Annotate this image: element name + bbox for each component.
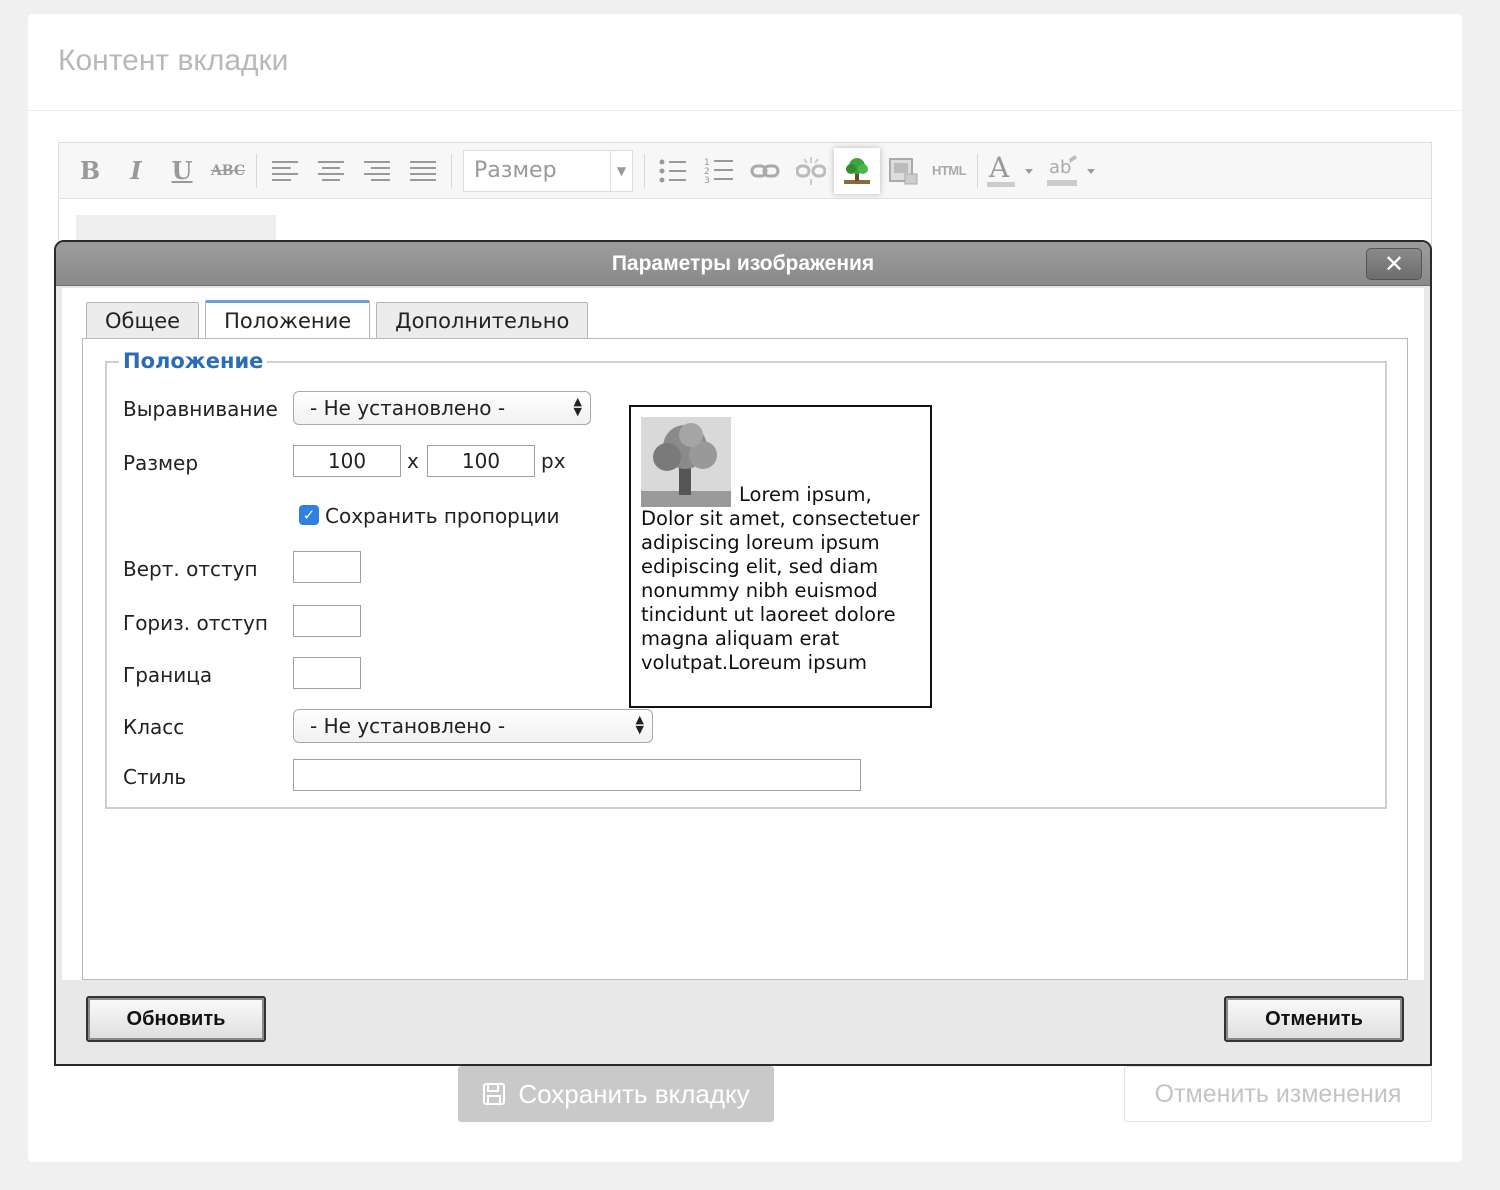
svg-text:A: A — [988, 153, 1010, 184]
vspace-input[interactable] — [293, 551, 361, 583]
tab-position[interactable]: Положение — [205, 300, 371, 338]
editor-toolbar: B I U ABC Размер ▼ 123 HTML A ab — [59, 143, 1431, 199]
link-icon[interactable] — [742, 148, 788, 194]
keep-proportions-checkbox[interactable]: ✓ — [299, 505, 319, 525]
toolbar-separator — [977, 153, 978, 188]
page-title: Контент вкладки — [58, 44, 289, 77]
hspace-input[interactable] — [293, 605, 361, 637]
svg-text:3: 3 — [704, 176, 710, 185]
align-center-icon[interactable] — [308, 148, 354, 194]
border-label: Граница — [123, 663, 213, 687]
text-color-icon[interactable]: A — [983, 148, 1043, 194]
save-tab-label: Сохранить вкладку — [518, 1078, 750, 1109]
unlink-icon[interactable] — [788, 148, 834, 194]
image-icon[interactable] — [834, 147, 880, 194]
select-arrows-icon: ▲ ▼ — [635, 713, 644, 736]
font-size-select[interactable]: Размер ▼ — [463, 149, 633, 192]
strikethrough-icon[interactable]: ABC — [205, 148, 251, 194]
update-button[interactable]: Обновить — [86, 996, 266, 1042]
style-label: Стиль — [123, 765, 187, 789]
hspace-label: Гориз. отступ — [123, 611, 268, 635]
toolbar-separator — [256, 153, 257, 188]
toolbar-separator — [644, 153, 645, 188]
toolbar-separator — [451, 153, 452, 188]
align-select[interactable]: - Не установлено - ▲ ▼ — [293, 391, 591, 425]
highlight-color-icon[interactable]: ab — [1043, 148, 1103, 194]
close-icon[interactable]: ✕ — [1366, 248, 1422, 280]
fieldset-legend: Положение — [119, 349, 268, 373]
preview-text: Lorem ipsum, Dolor sit amet, consectetue… — [641, 483, 920, 674]
dialog-title: Параметры изображения — [611, 251, 875, 275]
align-right-icon[interactable] — [354, 148, 400, 194]
align-justify-icon[interactable] — [400, 148, 446, 194]
class-select[interactable]: - Не установлено - ▲ ▼ — [293, 709, 653, 743]
floppy-icon — [483, 1083, 506, 1105]
height-input[interactable]: 100 — [427, 445, 535, 477]
insert-media-icon[interactable] — [880, 148, 926, 194]
bold-icon[interactable]: B — [67, 148, 113, 194]
select-arrows-icon: ▲ ▼ — [573, 395, 582, 418]
svg-text:ab: ab — [1049, 157, 1071, 178]
numbered-list-icon[interactable]: 123 — [696, 148, 742, 194]
vspace-label: Верт. отступ — [123, 557, 258, 581]
html-label: HTML — [931, 163, 967, 178]
bullet-list-icon[interactable] — [650, 148, 696, 194]
width-input[interactable]: 100 — [293, 445, 401, 477]
save-tab-button[interactable]: Сохранить вкладку — [458, 1066, 774, 1122]
position-fieldset: Положение Выравнивание - Не установлено … — [105, 349, 1387, 809]
keep-proportions-label: Сохранить пропорции — [325, 504, 560, 528]
times-sign: x — [407, 449, 419, 473]
image-properties-dialog: Параметры изображения ✕ Общее Положение … — [54, 240, 1432, 1066]
align-select-value: - Не установлено - — [310, 396, 506, 420]
italic-icon[interactable]: I — [113, 148, 159, 194]
style-input[interactable] — [293, 759, 861, 791]
underline-icon[interactable]: U — [159, 148, 205, 194]
tab-general[interactable]: Общее — [86, 302, 200, 338]
html-icon[interactable]: HTML — [926, 148, 972, 194]
class-label: Класс — [123, 715, 185, 739]
align-left-icon[interactable] — [262, 148, 308, 194]
dialog-titlebar[interactable]: Параметры изображения — [56, 242, 1430, 286]
dialog-tabs: Общее Положение Дополнительно — [86, 300, 594, 338]
dialog-body: Общее Положение Дополнительно Положение … — [62, 288, 1424, 1058]
dialog-footer — [62, 980, 1424, 1060]
chevron-down-icon: ▼ — [610, 150, 632, 191]
cancel-changes-button[interactable]: Отменить изменения — [1124, 1066, 1432, 1122]
border-input[interactable] — [293, 657, 361, 689]
size-label: Размер — [123, 451, 199, 475]
class-select-value: - Не установлено - — [310, 714, 506, 738]
align-label: Выравнивание — [123, 397, 278, 421]
divider — [28, 110, 1462, 111]
alignment-preview: Lorem ipsum, Dolor sit amet, consectetue… — [629, 405, 932, 708]
tree-icon — [641, 417, 731, 507]
font-size-select-label: Размер — [474, 158, 557, 183]
cancel-button[interactable]: Отменить — [1224, 996, 1404, 1042]
unit-label: px — [541, 449, 566, 473]
tab-advanced[interactable]: Дополнительно — [376, 302, 589, 338]
tab-panel-position: Положение Выравнивание - Не установлено … — [82, 338, 1408, 980]
